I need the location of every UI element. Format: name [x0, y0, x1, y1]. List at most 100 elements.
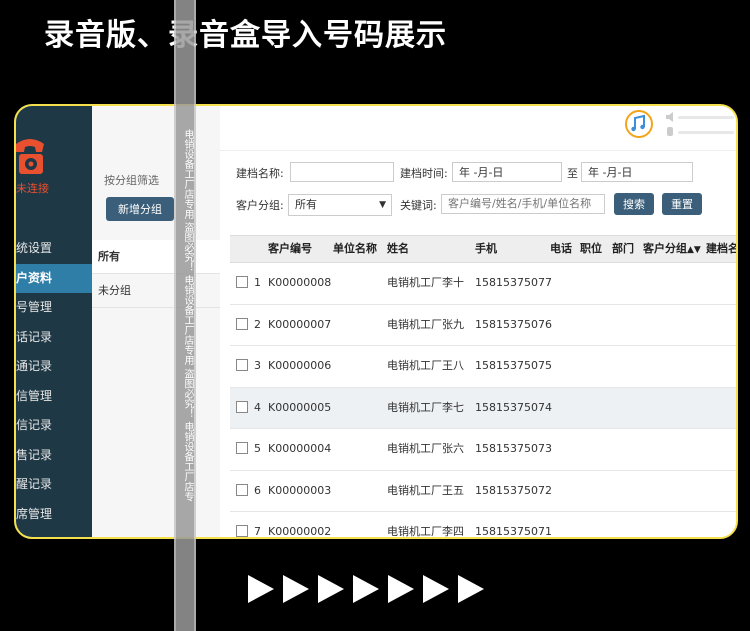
row-checkbox[interactable] — [236, 317, 248, 330]
sidebar: 未连接 统设置 户资料 号管理 话记录 通记录 信管理 信记录 售记录 醒记录 席管理 — [16, 106, 92, 537]
telephone-icon — [16, 130, 46, 180]
group-list: 所有 未分组 — [92, 240, 220, 308]
cell-customer-id: K00000007 — [268, 317, 332, 331]
sidebar-item[interactable]: 信记录 — [16, 411, 92, 441]
sidebar-item[interactable]: 统设置 — [16, 234, 92, 264]
table-row[interactable]: 5 K00000004 电销机工厂张六 15815375073 — [230, 429, 736, 471]
row-number: 7 — [254, 525, 261, 538]
customer-table: 客户编号 单位名称 姓名 手机 电话 职位 部门 客户分组▲▼ 建档名 1 K00… — [230, 235, 736, 537]
keyword-input[interactable] — [441, 194, 605, 214]
cell-mobile: 15815375072 — [475, 483, 552, 497]
cell-mobile: 15815375077 — [475, 276, 552, 289]
col-group-label: 客户分组 — [643, 242, 687, 255]
row-number: 1 — [254, 276, 261, 289]
group-item[interactable]: 未分组 — [92, 274, 220, 308]
table-body: 1 K00000008 电销机工厂李十 15815375077 2 K00000007 电销… — [230, 263, 736, 538]
col-position[interactable]: 职位 — [580, 236, 602, 262]
caret-down-icon: ▼ — [379, 200, 386, 210]
cell-name: 电销机工厂张九 — [387, 317, 464, 331]
search-button[interactable]: 搜索 — [614, 193, 654, 215]
sidebar-item[interactable]: 席管理 — [16, 500, 92, 530]
cell-customer-id: K00000004 — [268, 442, 332, 455]
table-row[interactable]: 6 K00000003 电销机工厂王五 15815375072 — [230, 471, 736, 512]
row-checkbox[interactable] — [236, 525, 248, 537]
col-created-name[interactable]: 建档名 — [706, 236, 736, 262]
col-group[interactable]: 客户分组▲▼ — [643, 236, 701, 263]
row-checkbox[interactable] — [236, 359, 248, 371]
sidebar-item[interactable]: 话记录 — [16, 323, 92, 353]
cell-customer-id: K00000006 — [268, 359, 332, 372]
sidebar-item[interactable]: 信管理 — [16, 382, 92, 412]
play-arrow-icon — [458, 575, 484, 603]
row-checkbox[interactable] — [236, 442, 248, 454]
cell-customer-id: K00000003 — [268, 483, 332, 497]
volume-controls — [664, 110, 736, 140]
play-arrow-icon — [248, 575, 274, 603]
table-row[interactable]: 4 K00000005 电销机工厂李七 15815375074 — [230, 387, 736, 429]
cell-customer-id: K00000008 — [268, 276, 332, 289]
table-row[interactable]: 2 K00000007 电销机工厂张九 15815375076 — [230, 305, 736, 346]
col-mobile[interactable]: 手机 — [475, 236, 497, 262]
col-phone[interactable]: 电话 — [550, 236, 572, 262]
table-row[interactable]: 1 K00000008 电销机工厂李十 15815375077 — [230, 263, 736, 305]
col-name[interactable]: 姓名 — [387, 236, 409, 262]
cell-name: 电销机工厂张六 — [387, 442, 464, 455]
date-from-input[interactable]: 年 -月-日 — [452, 162, 562, 182]
sort-icon: ▲▼ — [687, 245, 701, 255]
sidebar-item[interactable]: 通记录 — [16, 352, 92, 382]
cell-customer-id: K00000002 — [268, 525, 332, 538]
reset-button[interactable]: 重置 — [662, 193, 702, 215]
cell-mobile: 15815375071 — [475, 525, 552, 538]
speaker-icon — [666, 112, 673, 122]
table-header: 客户编号 单位名称 姓名 手机 电话 职位 部门 客户分组▲▼ 建档名 — [230, 235, 736, 263]
col-department[interactable]: 部门 — [612, 236, 634, 262]
cell-name: 电销机工厂李七 — [387, 400, 464, 414]
cell-mobile: 15815375076 — [475, 317, 552, 331]
app-window: 未连接 统设置 户资料 号管理 话记录 通记录 信管理 信记录 售记录 醒记录 席管理 按分组筛选… — [14, 104, 738, 539]
add-group-button[interactable]: 新增分组 — [106, 197, 174, 221]
keyword-label: 关键词: — [400, 199, 437, 212]
cell-mobile: 15815375074 — [475, 400, 552, 414]
music-note-icon[interactable] — [624, 109, 654, 139]
group-filter-panel: 按分组筛选 新增分组 所有 未分组 — [92, 106, 221, 537]
page-headline: 录音版、录音盒导入号码展示 — [44, 18, 447, 53]
sidebar-item[interactable]: 醒记录 — [16, 470, 92, 500]
microphone-icon — [667, 127, 673, 136]
row-number: 4 — [254, 400, 261, 414]
filter-form: 建档名称: 建档时间: 年 -月-日 至 年 -月-日 客户分组: 所有 ▼ 关… — [220, 154, 736, 224]
row-checkbox[interactable] — [236, 400, 248, 413]
play-arrow-icon — [283, 575, 309, 603]
main-panel: 建档名称: 建档时间: 年 -月-日 至 年 -月-日 客户分组: 所有 ▼ 关… — [220, 106, 736, 537]
row-checkbox[interactable] — [236, 483, 248, 496]
play-arrow-icon — [318, 575, 344, 603]
cell-name: 电销机工厂李十 — [387, 276, 464, 289]
sidebar-item[interactable]: 户资料 — [16, 263, 92, 293]
connection-status: 未连接 — [16, 182, 49, 195]
play-arrow-icon — [388, 575, 414, 603]
cell-name: 电销机工厂王五 — [387, 483, 464, 497]
group-filter-label: 按分组筛选 — [104, 174, 159, 187]
table-row[interactable]: 3 K00000006 电销机工厂王八 15815375075 — [230, 346, 736, 388]
row-number: 5 — [254, 442, 261, 455]
col-customer-id[interactable]: 客户编号 — [268, 236, 312, 262]
cell-name: 电销机工厂王八 — [387, 359, 464, 372]
cell-name: 电销机工厂李四 — [387, 525, 464, 538]
play-arrow-icon — [353, 575, 379, 603]
name-label: 建档名称: — [236, 167, 284, 180]
arrow-row — [248, 575, 484, 615]
group-select[interactable]: 所有 ▼ — [288, 194, 392, 216]
sidebar-item[interactable]: 号管理 — [16, 293, 92, 323]
sidebar-item[interactable]: 售记录 — [16, 441, 92, 471]
table-row[interactable]: 7 K00000002 电销机工厂李四 15815375071 — [230, 512, 736, 538]
cell-mobile: 15815375073 — [475, 442, 552, 455]
time-label: 建档时间: — [400, 167, 448, 180]
date-to-input[interactable]: 年 -月-日 — [581, 162, 693, 182]
cell-customer-id: K00000005 — [268, 400, 332, 414]
group-select-value: 所有 — [295, 198, 317, 211]
row-checkbox[interactable] — [236, 276, 248, 288]
name-input[interactable] — [290, 162, 394, 182]
row-number: 3 — [254, 359, 261, 372]
to-label: 至 — [567, 167, 578, 180]
group-item[interactable]: 所有 — [92, 240, 220, 274]
col-company[interactable]: 单位名称 — [333, 236, 377, 262]
